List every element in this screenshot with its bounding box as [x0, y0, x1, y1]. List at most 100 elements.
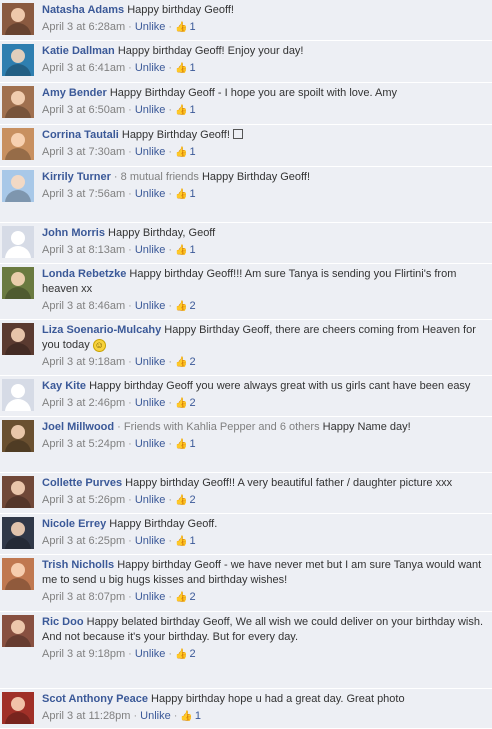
like-count[interactable]: 2: [190, 300, 196, 312]
timestamp[interactable]: April 3 at 6:25pm: [42, 535, 125, 547]
unlike-button[interactable]: Unlike: [135, 244, 166, 256]
unlike-button[interactable]: Unlike: [135, 438, 166, 450]
avatar[interactable]: [2, 379, 34, 411]
unlike-button[interactable]: Unlike: [135, 356, 166, 368]
author-link[interactable]: Kay Kite: [42, 380, 86, 392]
author-link[interactable]: Scot Anthony Peace: [42, 693, 148, 705]
timestamp[interactable]: April 3 at 5:24pm: [42, 438, 125, 450]
avatar[interactable]: [2, 517, 34, 549]
like-count[interactable]: 1: [190, 146, 196, 158]
timestamp[interactable]: April 3 at 8:07pm: [42, 591, 125, 603]
like-count[interactable]: 1: [190, 244, 196, 256]
timestamp[interactable]: April 3 at 9:18am: [42, 356, 125, 368]
unlike-button[interactable]: Unlike: [140, 710, 171, 722]
avatar[interactable]: [2, 86, 34, 118]
thumbs-up-icon[interactable]: 👍: [175, 398, 187, 409]
avatar[interactable]: [2, 128, 34, 160]
thumbs-up-icon[interactable]: 👍: [175, 147, 187, 158]
thumbs-up-icon[interactable]: 👍: [175, 536, 187, 547]
comment-meta: April 3 at 8:07pm · Unlike · 👍 2: [42, 590, 486, 605]
timestamp[interactable]: April 3 at 7:56am: [42, 188, 125, 200]
unlike-button[interactable]: Unlike: [135, 535, 166, 547]
author-link[interactable]: Natasha Adams: [42, 4, 124, 16]
like-count[interactable]: 1: [190, 21, 196, 33]
thumbs-up-icon[interactable]: 👍: [175, 357, 187, 368]
like-count[interactable]: 1: [190, 62, 196, 74]
author-link[interactable]: Corrina Tautali: [42, 129, 119, 141]
author-link[interactable]: Amy Bender: [42, 87, 107, 99]
avatar-head: [11, 384, 25, 398]
timestamp[interactable]: April 3 at 2:46pm: [42, 397, 125, 409]
unlike-button[interactable]: Unlike: [135, 591, 166, 603]
like-count[interactable]: 1: [190, 188, 196, 200]
unlike-button[interactable]: Unlike: [135, 146, 166, 158]
mutual-friends-note[interactable]: · 8 mutual friends: [111, 171, 199, 183]
unlike-button[interactable]: Unlike: [135, 648, 166, 660]
author-link[interactable]: John Morris: [42, 227, 105, 239]
timestamp[interactable]: April 3 at 6:41am: [42, 62, 125, 74]
avatar[interactable]: [2, 170, 34, 202]
avatar[interactable]: [2, 3, 34, 35]
avatar[interactable]: [2, 267, 34, 299]
avatar[interactable]: [2, 420, 34, 452]
timestamp[interactable]: April 3 at 9:18pm: [42, 648, 125, 660]
thumbs-up-icon[interactable]: 👍: [175, 63, 187, 74]
comment-meta: April 3 at 6:25pm · Unlike · 👍 1: [42, 534, 486, 549]
timestamp[interactable]: April 3 at 6:50am: [42, 104, 125, 116]
author-link[interactable]: Ric Doo: [42, 616, 84, 628]
avatar[interactable]: [2, 615, 34, 647]
unlike-button[interactable]: Unlike: [135, 104, 166, 116]
thumbs-up-icon[interactable]: 👍: [175, 649, 187, 660]
thumbs-up-icon[interactable]: 👍: [175, 245, 187, 256]
timestamp[interactable]: April 3 at 11:28pm: [42, 710, 130, 722]
like-count[interactable]: 2: [190, 494, 196, 506]
thumbs-up-icon[interactable]: 👍: [175, 301, 187, 312]
timestamp[interactable]: April 3 at 8:13am: [42, 244, 125, 256]
author-link[interactable]: Collette Purves: [42, 477, 122, 489]
thumbs-up-icon[interactable]: 👍: [175, 105, 187, 116]
like-count[interactable]: 1: [190, 438, 196, 450]
avatar-torso: [5, 440, 31, 452]
author-link[interactable]: Joel Millwood: [42, 421, 114, 433]
avatar[interactable]: [2, 476, 34, 508]
avatar[interactable]: [2, 44, 34, 76]
comment-item: Kay Kite Happy birthday Geoff you were a…: [0, 376, 492, 417]
avatar[interactable]: [2, 323, 34, 355]
like-count[interactable]: 1: [195, 710, 201, 722]
unlike-button[interactable]: Unlike: [135, 494, 166, 506]
unlike-button[interactable]: Unlike: [135, 397, 166, 409]
thumbs-up-icon[interactable]: 👍: [175, 495, 187, 506]
author-link[interactable]: Trish Nicholls: [42, 559, 114, 571]
unlike-button[interactable]: Unlike: [135, 300, 166, 312]
author-link[interactable]: Nicole Errey: [42, 518, 106, 530]
comment-text: Happy Birthday Geoff.: [109, 518, 218, 530]
timestamp[interactable]: April 3 at 5:26pm: [42, 494, 125, 506]
separator-dot: ·: [128, 356, 132, 368]
timestamp[interactable]: April 3 at 6:28am: [42, 21, 125, 33]
author-link[interactable]: Kirrily Turner: [42, 171, 111, 183]
thumbs-up-icon[interactable]: 👍: [175, 439, 187, 450]
avatar[interactable]: [2, 692, 34, 724]
like-count[interactable]: 2: [190, 591, 196, 603]
author-link[interactable]: Katie Dallman: [42, 45, 115, 57]
unlike-button[interactable]: Unlike: [135, 21, 166, 33]
thumbs-up-icon[interactable]: 👍: [175, 592, 187, 603]
like-count[interactable]: 1: [190, 535, 196, 547]
timestamp[interactable]: April 3 at 7:30am: [42, 146, 125, 158]
unlike-button[interactable]: Unlike: [135, 188, 166, 200]
avatar[interactable]: [2, 226, 34, 258]
author-link[interactable]: Londa Rebetzke: [42, 268, 126, 280]
like-count[interactable]: 1: [190, 104, 196, 116]
author-link[interactable]: Liza Soenario-Mulcahy: [42, 324, 161, 336]
avatar[interactable]: [2, 558, 34, 590]
comment-body: Kay Kite Happy birthday Geoff you were a…: [42, 378, 486, 394]
like-count[interactable]: 2: [190, 397, 196, 409]
unlike-button[interactable]: Unlike: [135, 62, 166, 74]
like-count[interactable]: 2: [190, 648, 196, 660]
like-count[interactable]: 2: [190, 356, 196, 368]
comment-text: Happy Birthday, Geoff: [108, 227, 216, 239]
thumbs-up-icon[interactable]: 👍: [175, 189, 187, 200]
timestamp[interactable]: April 3 at 8:46am: [42, 300, 125, 312]
mutual-friends-note[interactable]: · Friends with Kahlia Pepper and 6 other…: [114, 421, 319, 433]
thumbs-up-icon[interactable]: 👍: [175, 22, 187, 33]
